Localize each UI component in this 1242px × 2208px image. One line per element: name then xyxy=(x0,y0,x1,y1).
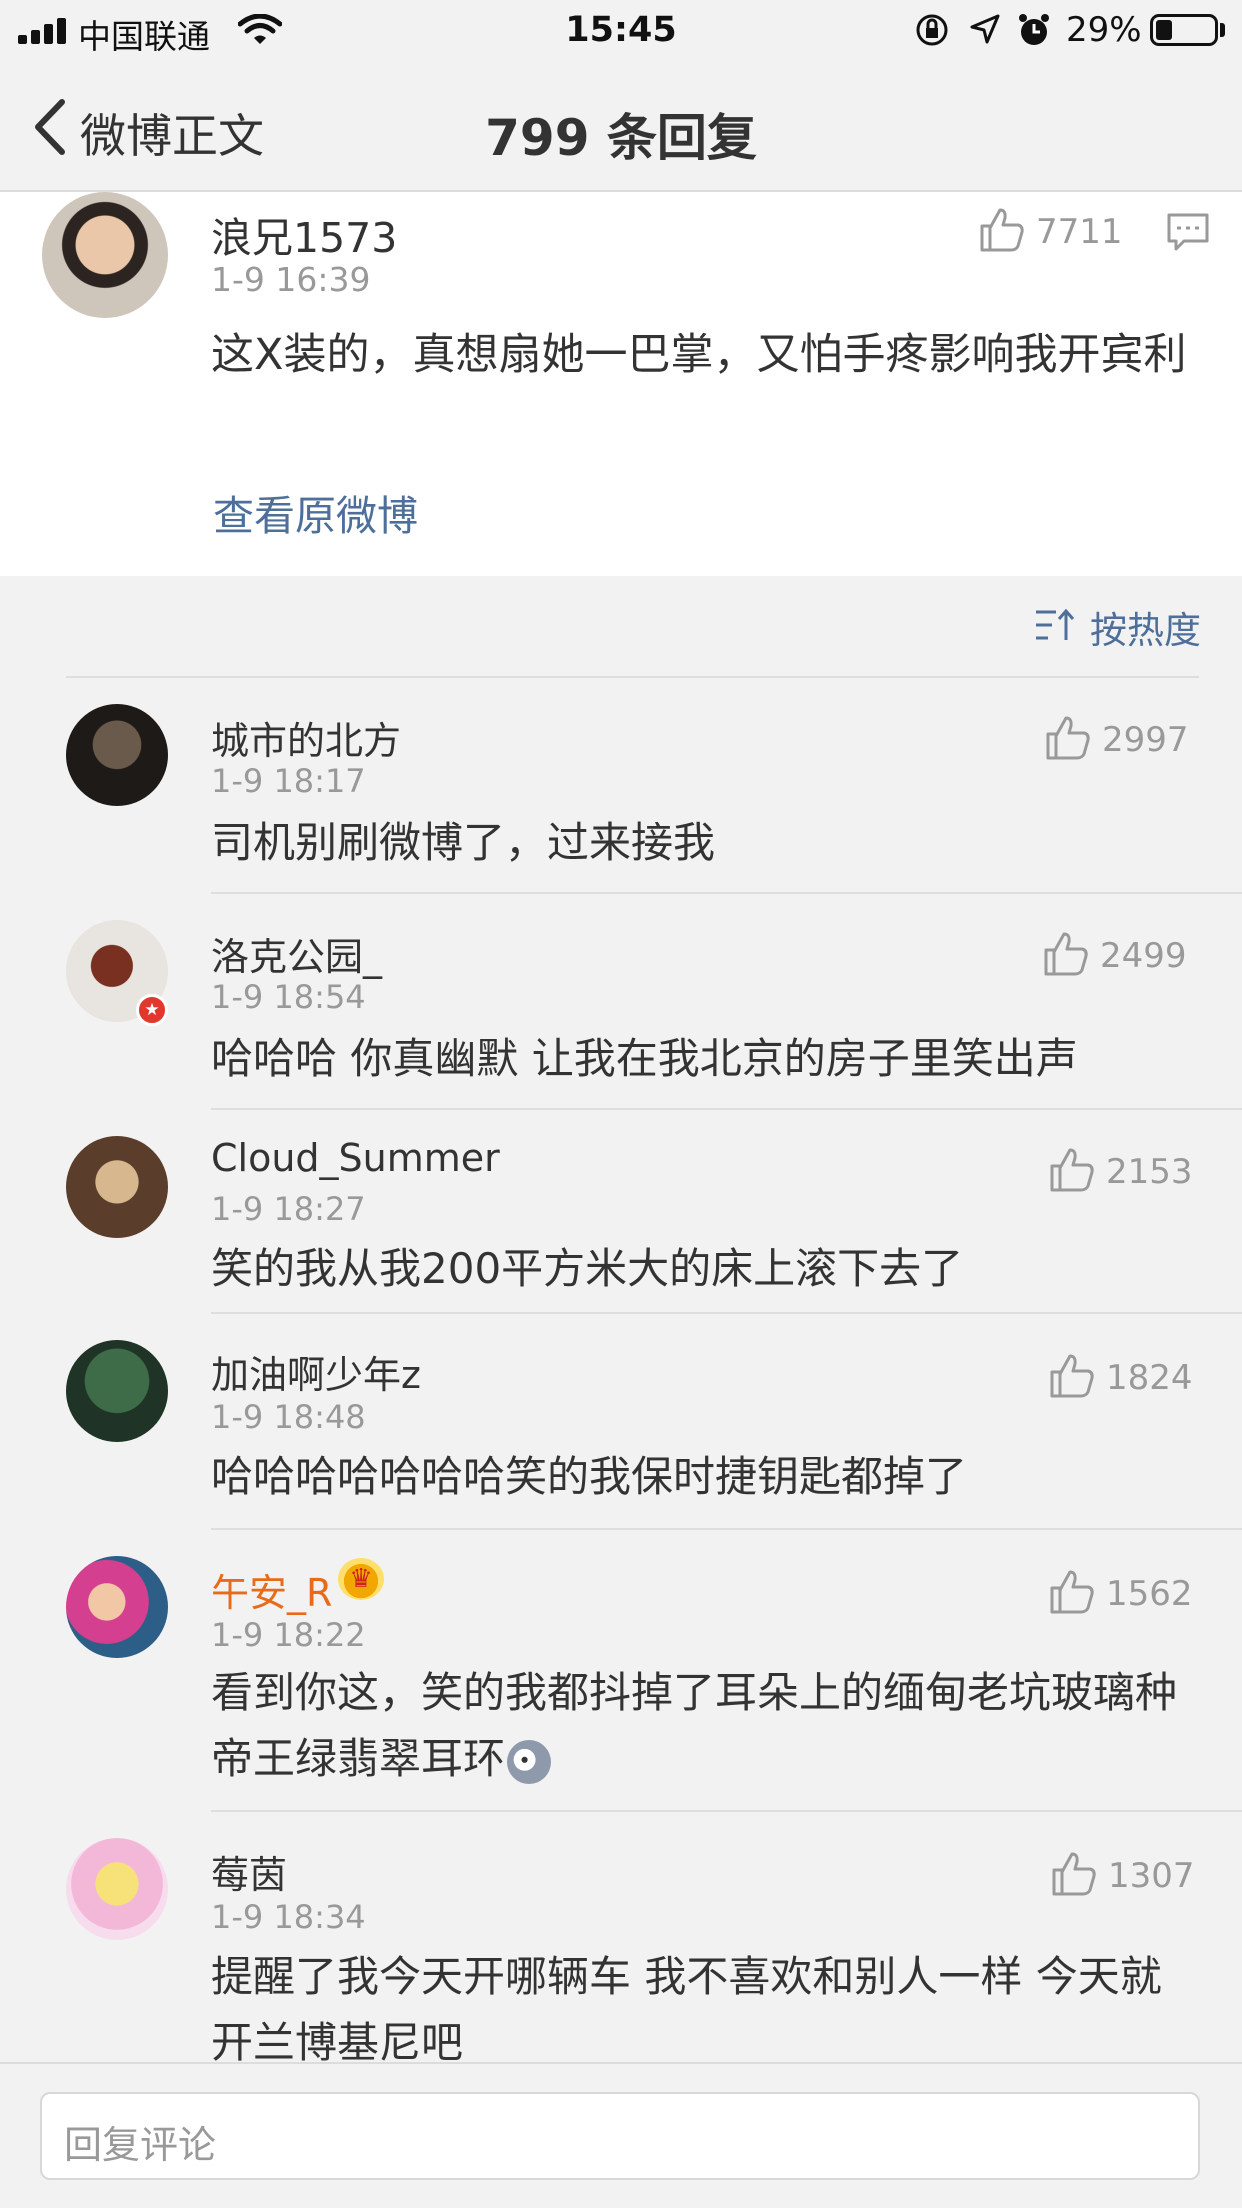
reply-text-content: 看到你这，笑的我都抖掉了耳朵上的缅甸老坑玻璃种帝王绿翡翠耳环 xyxy=(211,1668,1178,1783)
like-button[interactable]: 1562 xyxy=(1048,1568,1198,1618)
like-count: 2153 xyxy=(1106,1152,1193,1192)
reply-input-placeholder: 回复评论 xyxy=(64,2123,217,2167)
reply-comment-input[interactable]: 回复评论 xyxy=(40,2092,1200,2180)
divider xyxy=(211,1108,1242,1110)
thumbs-up-icon xyxy=(1044,932,1088,976)
comment-icon[interactable] xyxy=(1166,212,1210,256)
like-count: 2499 xyxy=(1100,936,1187,976)
reply-author[interactable]: 洛克公园_ xyxy=(211,926,382,981)
clock: 15:45 xyxy=(565,10,677,50)
reply-time: 1-9 18:17 xyxy=(211,762,366,800)
sort-label: 按热度 xyxy=(1090,609,1201,652)
reply-author[interactable]: Cloud_Summer xyxy=(211,1136,500,1180)
reply-author[interactable]: 加油啊少年z xyxy=(211,1344,421,1399)
reply-time: 1-9 18:22 xyxy=(211,1616,366,1654)
battery-level-fill xyxy=(1156,20,1172,40)
divider xyxy=(211,1312,1242,1314)
reply-text: 司机别刷微博了，过来接我 xyxy=(211,818,716,867)
divider xyxy=(66,676,1199,678)
reply-text: 看到你这，笑的我都抖掉了耳朵上的缅甸老坑玻璃种帝王绿翡翠耳环 xyxy=(211,1660,1201,1792)
avatar[interactable] xyxy=(66,704,168,806)
thumbs-up-icon xyxy=(1050,1148,1094,1192)
like-count: 2997 xyxy=(1102,720,1189,760)
battery-icon xyxy=(1150,14,1218,46)
thumbs-up-icon xyxy=(980,208,1024,252)
sort-icon xyxy=(1036,608,1075,640)
husky-emoji-icon xyxy=(507,1739,552,1784)
location-icon xyxy=(968,12,1002,54)
reply-text: 提醒了我今天开哪辆车 我不喜欢和别人一样 今天就开兰博基尼吧 xyxy=(211,1952,1162,2067)
like-count: 1307 xyxy=(1108,1856,1195,1896)
avatar[interactable] xyxy=(66,1838,168,1940)
like-count: 7711 xyxy=(1036,212,1123,252)
rotation-lock-icon xyxy=(914,12,950,56)
like-count: 1562 xyxy=(1106,1574,1193,1614)
thumbs-up-icon xyxy=(1050,1570,1094,1614)
thumbs-up-icon xyxy=(1050,1354,1094,1398)
battery-tip xyxy=(1220,23,1225,37)
divider xyxy=(211,892,1242,894)
like-button[interactable]: 2499 xyxy=(1042,930,1192,980)
reply-text: 笑的我从我200平方米大的床上滚下去了 xyxy=(211,1244,964,1293)
reply-text: 哈哈哈哈哈哈哈笑的我保时捷钥匙都掉了 xyxy=(211,1452,968,1501)
comment-time: 1-9 16:39 xyxy=(211,260,371,299)
main-comment: 浪兄1573 1-9 16:39 7711 这X装的，真想扇她一巴掌，又怕手疼影… xyxy=(0,192,1242,576)
page-title: 799 条回复 xyxy=(485,109,757,167)
reply-time: 1-9 18:34 xyxy=(211,1898,366,1936)
avatar[interactable] xyxy=(66,1136,168,1238)
thumbs-up-icon xyxy=(1046,716,1090,760)
divider xyxy=(211,1528,1242,1530)
reply-time: 1-9 18:27 xyxy=(211,1190,366,1228)
reply-author[interactable]: 城市的北方 xyxy=(211,710,401,765)
like-button[interactable]: 1307 xyxy=(1050,1850,1200,1900)
reply-author[interactable]: 午安_R xyxy=(211,1562,332,1617)
alarm-icon xyxy=(1016,12,1052,56)
divider xyxy=(211,1810,1242,1812)
status-bar: 中国联通 15:45 29% xyxy=(0,0,1242,62)
like-count: 1824 xyxy=(1106,1358,1193,1398)
nav-bar: 微博正文 799 条回复 xyxy=(0,62,1242,192)
crown-badge-icon: ♛ xyxy=(338,1558,384,1600)
like-button[interactable]: 2997 xyxy=(1044,714,1194,764)
comment-text: 这X装的，真想扇她一巴掌，又怕手疼影响我开宾利 xyxy=(211,330,1187,380)
verified-badge-icon: ★ xyxy=(136,994,168,1026)
reply-time: 1-9 18:48 xyxy=(211,1398,366,1436)
avatar[interactable] xyxy=(42,192,168,318)
reply-time: 1-9 18:54 xyxy=(211,978,366,1016)
comment-author[interactable]: 浪兄1573 xyxy=(211,204,397,264)
avatar[interactable] xyxy=(66,1556,168,1658)
battery-percent: 29% xyxy=(1066,10,1142,50)
like-button[interactable]: 1824 xyxy=(1048,1352,1198,1402)
like-button[interactable]: 7711 xyxy=(978,206,1123,256)
avatar[interactable] xyxy=(66,1340,168,1442)
thumbs-up-icon xyxy=(1052,1852,1096,1896)
reply-author[interactable]: 莓茵 xyxy=(211,1844,287,1899)
reply-text: 哈哈哈 你真幽默 让我在我北京的房子里笑出声 xyxy=(211,1034,1078,1083)
like-button[interactable]: 2153 xyxy=(1048,1146,1198,1196)
view-original-link[interactable]: 查看原微博 xyxy=(213,482,418,542)
